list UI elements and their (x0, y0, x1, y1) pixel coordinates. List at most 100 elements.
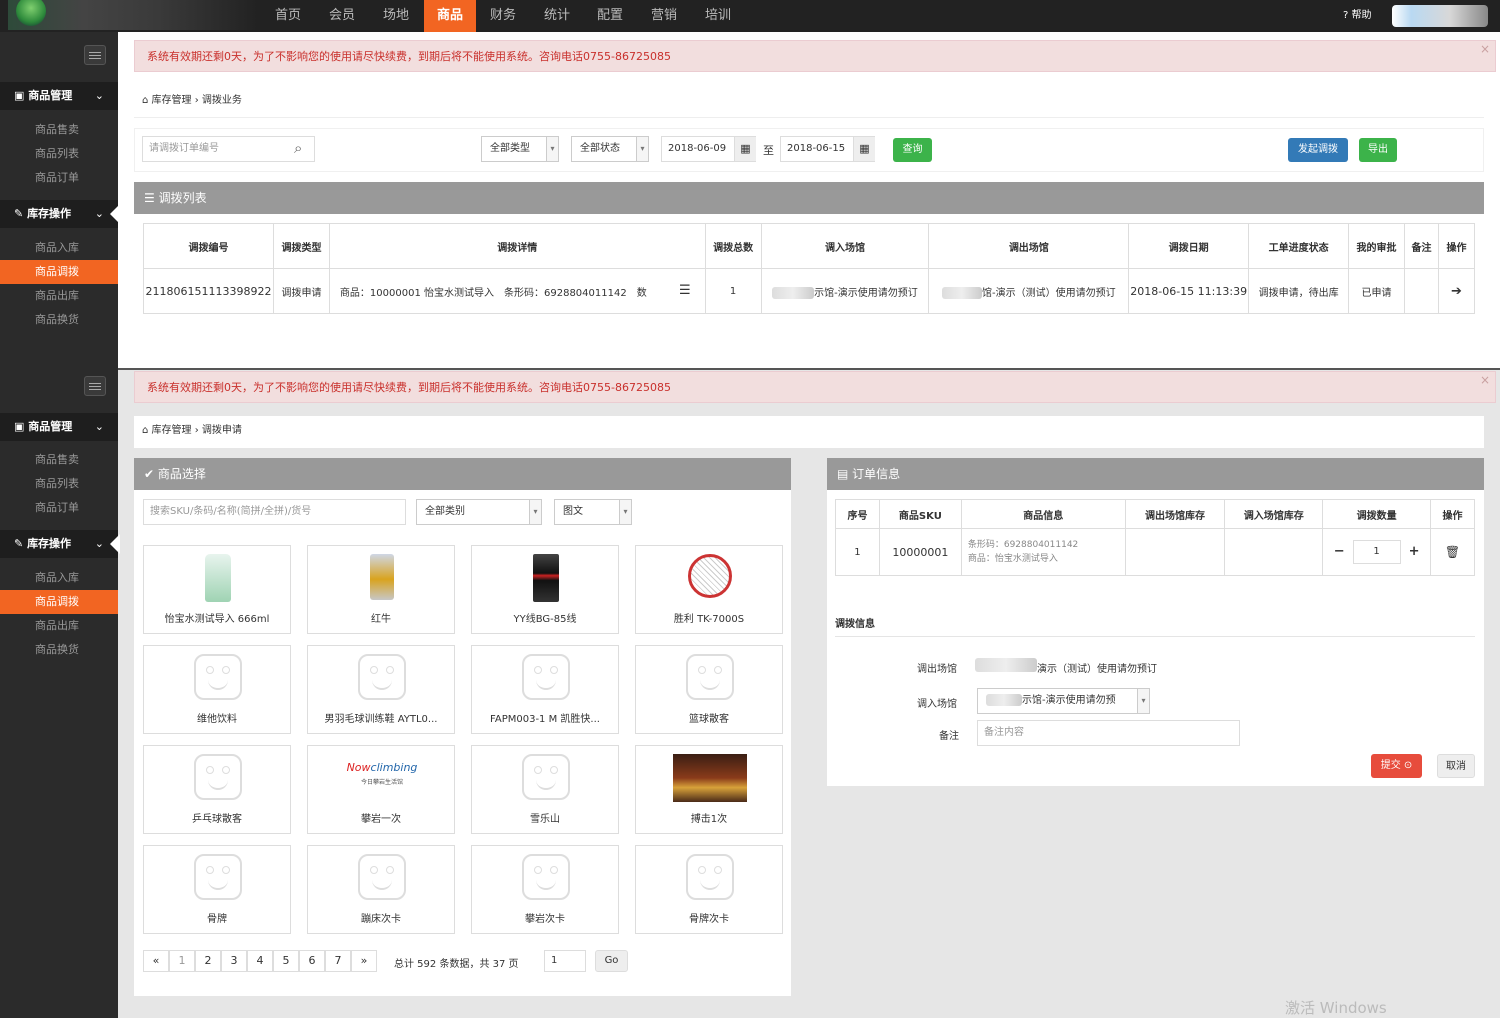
query-button[interactable]: 查询 (893, 138, 932, 162)
product-card[interactable]: YY线BG-85线 (471, 545, 619, 634)
product-name: 骨牌次卡 (689, 914, 729, 925)
product-card[interactable]: 男羽毛球训练鞋 AYTL0... (307, 645, 455, 734)
product-card[interactable]: 雪乐山 (471, 745, 619, 834)
product-name: 攀岩次卡 (525, 914, 565, 925)
help-link[interactable]: ? 帮助 (1343, 0, 1372, 32)
minus-icon[interactable]: − (1334, 544, 1345, 559)
sidebar-item-stock-exchange[interactable]: 商品换货 (0, 308, 118, 332)
order-info-header: ▤ 订单信息 (827, 458, 1484, 490)
page-7[interactable]: 7 (325, 950, 351, 972)
nav-training[interactable]: 培训 (695, 0, 741, 32)
product-card[interactable]: 红牛 (307, 545, 455, 634)
product-card[interactable]: 维他饮料 (143, 645, 291, 734)
col-header: 我的审批 (1348, 223, 1405, 269)
trash-icon[interactable]: 🗑 (1445, 545, 1460, 559)
sidebar-group-stock[interactable]: ✎ 库存操作 ⌄ (0, 530, 118, 558)
type-select[interactable]: 全部类型 ▾ (481, 136, 559, 162)
sidebar-group-goods[interactable]: ▣ 商品管理 ⌄ (0, 413, 118, 441)
page-6[interactable]: 6 (299, 950, 325, 972)
nav-stats[interactable]: 统计 (534, 0, 580, 32)
close-icon[interactable]: × (1480, 42, 1490, 56)
start-transfer-button[interactable]: 发起调拨 (1288, 138, 1348, 162)
product-card[interactable]: 搏击1次 (635, 745, 783, 834)
view-mode-select[interactable]: 图文 ▾ (554, 499, 632, 525)
sidebar-group-label: 库存操作 (27, 537, 72, 550)
sidebar-item-stock-in[interactable]: 商品入库 (0, 236, 118, 260)
blurred-text (975, 658, 1037, 672)
sidebar-item-stock-exchange[interactable]: 商品换货 (0, 638, 118, 662)
nav-config[interactable]: 配置 (587, 0, 633, 32)
page-1[interactable]: 1 (169, 950, 195, 972)
page-2[interactable]: 2 (195, 950, 221, 972)
sidebar-item-goods-list[interactable]: 商品列表 (0, 142, 118, 166)
sidebar-item-goods-order[interactable]: 商品订单 (0, 166, 118, 190)
nav-member[interactable]: 会员 (319, 0, 365, 32)
plus-icon[interactable]: + (1409, 544, 1420, 559)
nav-venue[interactable]: 场地 (373, 0, 419, 32)
list-detail-icon[interactable]: ☰ (679, 283, 691, 298)
menu-toggle-icon[interactable] (84, 45, 106, 65)
col-header: 操作 (1430, 499, 1475, 529)
search-icon[interactable]: ⌕ (294, 139, 302, 157)
submit-button[interactable]: 提交 ⊙ (1371, 754, 1422, 778)
page-next[interactable]: » (351, 950, 377, 972)
note-input[interactable]: 备注内容 (977, 720, 1240, 746)
product-card[interactable]: 蹦床次卡 (307, 845, 455, 934)
cancel-button[interactable]: 取消 (1437, 754, 1475, 778)
menu-toggle-icon[interactable] (84, 376, 106, 396)
page-3[interactable]: 3 (221, 950, 247, 972)
product-card[interactable]: 骨牌 (143, 845, 291, 934)
nav-goods[interactable]: 商品 (424, 0, 476, 32)
sidebar-item-goods-list[interactable]: 商品列表 (0, 472, 118, 496)
product-card[interactable]: 乒乓球散客 (143, 745, 291, 834)
page-4[interactable]: 4 (247, 950, 273, 972)
sidebar-item-stock-transfer[interactable]: 商品调拨 (0, 260, 118, 284)
note-label: 备注 (939, 731, 959, 742)
product-card[interactable]: FAPM003-1 M 凯胜快... (471, 645, 619, 734)
product-card[interactable]: 胜利 TK-7000S (635, 545, 783, 634)
product-card[interactable]: 骨牌次卡 (635, 845, 783, 934)
gift-icon: ▣ (14, 89, 25, 102)
nav-marketing[interactable]: 营销 (641, 0, 687, 32)
sidebar-group-goods[interactable]: ▣ 商品管理 ⌄ (0, 82, 118, 110)
sidebar-item-goods-sale[interactable]: 商品售卖 (0, 118, 118, 142)
calendar-icon[interactable]: ▦ (853, 137, 875, 161)
goods-search-input[interactable]: 搜索SKU/条码/名称(简拼/全拼)/货号 (143, 499, 406, 525)
in-venue-label: 调入场馆 (917, 699, 957, 710)
product-card[interactable]: 怡宝水测试导入 666ml (143, 545, 291, 634)
product-image (688, 554, 732, 598)
sidebar-item-stock-transfer[interactable]: 商品调拨 (0, 590, 118, 614)
qty-input[interactable]: 1 (1352, 540, 1401, 564)
calendar-icon[interactable]: ▦ (734, 137, 756, 161)
category-select[interactable]: 全部类别 ▾ (416, 499, 542, 525)
export-button[interactable]: 导出 (1359, 138, 1397, 162)
user-avatar[interactable] (1392, 5, 1488, 27)
sidebar-item-stock-out[interactable]: 商品出库 (0, 284, 118, 308)
goto-page-input[interactable]: 1 (544, 950, 586, 972)
product-card[interactable]: 攀岩次卡 (471, 845, 619, 934)
order-table: 序号 商品SKU 商品信息 调出场馆库存 调入场馆库存 调拨数量 操作 1 10… (835, 499, 1475, 576)
nav-finance[interactable]: 财务 (480, 0, 526, 32)
nav-home[interactable]: 首页 (265, 0, 311, 32)
go-button[interactable]: Go (595, 950, 628, 972)
sidebar-item-stock-in[interactable]: 商品入库 (0, 566, 118, 590)
sidebar-item-goods-order[interactable]: 商品订单 (0, 496, 118, 520)
pagination-summary: 总计 592 条数据，共 37 页 (394, 959, 519, 970)
enter-icon[interactable]: ➔ (1451, 284, 1462, 299)
help-label: 帮助 (1351, 10, 1372, 21)
sidebar-item-goods-sale[interactable]: 商品售卖 (0, 448, 118, 472)
close-icon[interactable]: × (1480, 373, 1490, 387)
sidebar-item-stock-out[interactable]: 商品出库 (0, 614, 118, 638)
in-venue-select[interactable]: 示馆-演示使用请勿预 ▾ (977, 688, 1150, 714)
status-select[interactable]: 全部状态 ▾ (571, 136, 649, 162)
page-5[interactable]: 5 (273, 950, 299, 972)
sidebar-group-stock[interactable]: ✎ 库存操作 ⌄ (0, 200, 118, 228)
product-name: 乒乓球散客 (192, 814, 242, 825)
page-prev[interactable]: « (143, 950, 169, 972)
search-input[interactable]: 请调拨订单编号 (142, 136, 315, 162)
placeholder-image-icon (522, 654, 570, 700)
product-card[interactable]: Nowclimbing 今日攀岩生活馆 攀岩一次 (307, 745, 455, 834)
transfer-list-header: ☰ 调拨列表 (134, 182, 1484, 214)
arrow-circle-icon: ⊙ (1403, 760, 1413, 771)
product-card[interactable]: 篮球散客 (635, 645, 783, 734)
